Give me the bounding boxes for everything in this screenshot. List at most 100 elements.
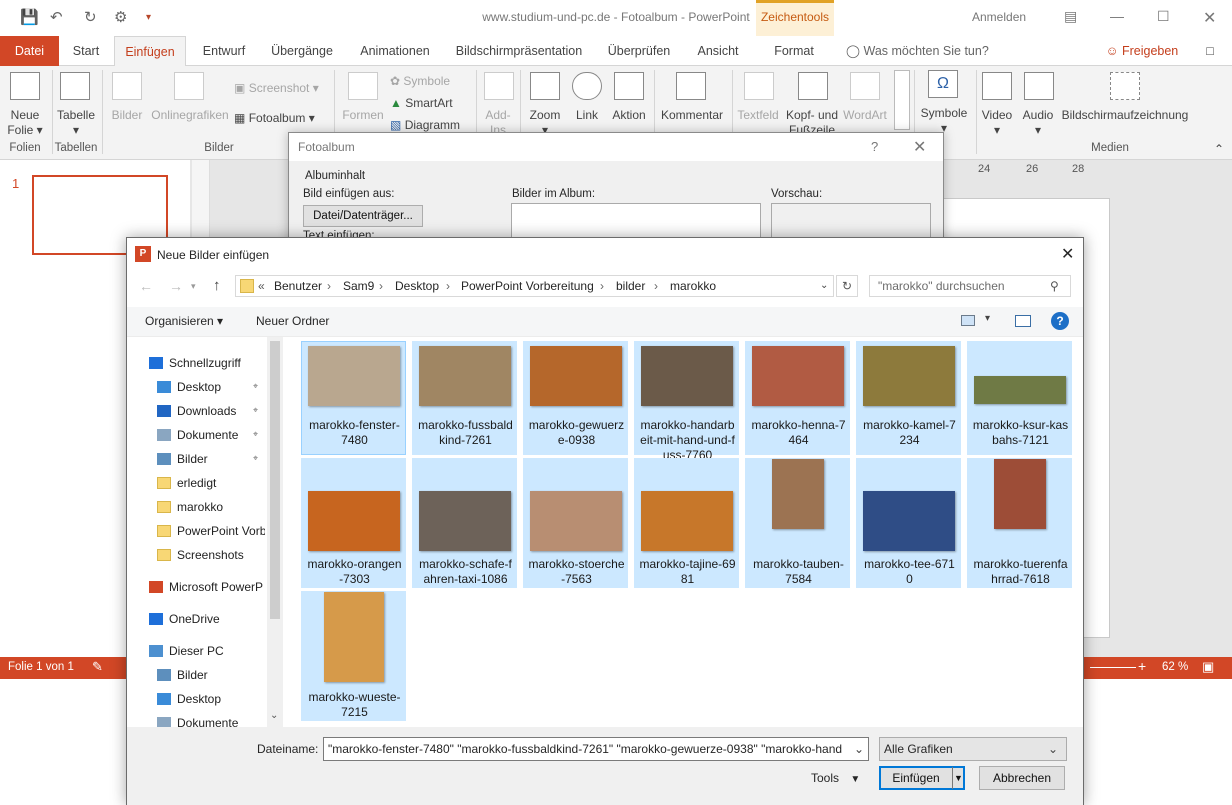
file-item[interactable]: marokko-handarbeit-mit-hand-und-fuss-776… <box>634 341 739 462</box>
breadcrumb-separator-icon[interactable]: › <box>600 279 604 293</box>
pictures-button[interactable]: Bilder <box>104 108 150 123</box>
file-item[interactable]: marokko-tee-6710 <box>856 458 961 588</box>
tab-start[interactable]: Start <box>66 36 106 66</box>
date-slide-number-icon[interactable] <box>894 70 910 130</box>
minimize-icon[interactable]: — <box>1110 8 1124 24</box>
tab-datei[interactable]: Datei <box>0 36 59 66</box>
filetype-select[interactable]: Alle Grafiken ⌄ <box>879 737 1067 761</box>
tab-format[interactable]: Format <box>762 36 826 66</box>
smartart-button[interactable]: ▲ SmartArt <box>390 96 470 111</box>
tab-ansicht[interactable]: Ansicht <box>690 36 746 66</box>
tab-bildschirmpraesentation[interactable]: Bildschirmpräsentation <box>450 36 588 66</box>
shapes-button[interactable]: Formen <box>338 108 388 123</box>
refresh-icon[interactable]: ↻ <box>836 275 858 297</box>
photo-album-button[interactable]: ▦ Fotoalbum ▾ <box>234 111 330 126</box>
file-item[interactable]: marokko-tuerenfahrrad-7618 <box>967 458 1072 588</box>
preview-pane-icon[interactable] <box>1015 315 1031 327</box>
symbols-small-button[interactable]: ✿ Symbole <box>390 74 470 89</box>
pin-icon[interactable]: ⌖ <box>253 381 258 392</box>
organize-menu[interactable]: Organisieren ▾ <box>145 314 223 328</box>
file-item[interactable]: marokko-wueste-7215 <box>301 591 406 721</box>
breadcrumb-sam9[interactable]: Sam9 <box>343 279 374 293</box>
file-item[interactable]: marokko-gewuerze-0938 <box>523 341 628 455</box>
tell-me-search[interactable]: ◯ Was möchten Sie tun? <box>846 36 996 66</box>
file-item[interactable]: marokko-schafe-fahren-taxi-1086 <box>412 458 517 588</box>
tab-ueberpruefen[interactable]: Überprüfen <box>600 36 678 66</box>
wordart-button[interactable]: WordArt <box>840 108 890 123</box>
breadcrumb-marokko[interactable]: marokko <box>670 279 716 293</box>
textbox-button[interactable]: Textfeld <box>734 108 782 123</box>
file-item[interactable]: marokko-kamel-7234 <box>856 341 961 455</box>
chart-button[interactable]: ▧ Diagramm <box>390 118 470 132</box>
maximize-icon[interactable]: ☐ <box>1157 8 1170 25</box>
breadcrumb-separator-icon[interactable]: › <box>654 279 658 293</box>
nav-item[interactable]: Bilder <box>157 665 265 685</box>
scrollbar-thumb[interactable] <box>270 341 280 619</box>
view-options-icon[interactable] <box>961 315 975 326</box>
online-pictures-button[interactable]: Onlinegrafiken <box>148 108 232 123</box>
comment-button[interactable]: Kommentar <box>656 108 728 123</box>
fit-slide-icon[interactable]: ▣ <box>1202 659 1214 675</box>
signin-link[interactable]: Anmelden <box>972 10 1026 24</box>
help-icon[interactable]: ? <box>871 139 878 154</box>
nav-item[interactable]: Downloads <box>157 401 265 421</box>
search-input[interactable]: "marokko" durchsuchen ⚲ <box>869 275 1071 297</box>
nav-item[interactable]: Schnellzugriff <box>149 353 265 373</box>
file-item[interactable]: marokko-tajine-6981 <box>634 458 739 588</box>
file-item[interactable]: marokko-fussbaldkind-7261 <box>412 341 517 455</box>
nav-item[interactable]: Desktop <box>157 689 265 709</box>
notes-icon[interactable]: ✎ <box>92 659 103 675</box>
filename-input[interactable]: "marokko-fenster-7480" "marokko-fussbald… <box>323 737 869 761</box>
breadcrumb-separator-icon[interactable]: › <box>446 279 450 293</box>
view-dropdown-icon[interactable]: ▾ <box>985 313 990 324</box>
audio-button[interactable]: Audio ▾ <box>1018 108 1058 138</box>
tab-entwurf[interactable]: Entwurf <box>196 36 252 66</box>
tab-einfuegen[interactable]: Einfügen <box>114 36 186 67</box>
nav-item[interactable]: Bilder <box>157 449 265 469</box>
share-button[interactable]: ☺ Freigeben <box>1102 36 1182 66</box>
screenshot-button[interactable]: ▣ Screenshot ▾ <box>234 81 326 96</box>
breadcrumb-bilder[interactable]: bilder <box>616 279 645 293</box>
file-item[interactable]: marokko-fenster-7480 <box>301 341 406 455</box>
screen-recording-button[interactable]: Bildschirmaufzeichnung <box>1058 108 1192 123</box>
breadcrumb-overflow[interactable]: « <box>258 279 265 293</box>
zoom-in-icon[interactable]: + <box>1138 658 1146 674</box>
help-icon[interactable]: ? <box>1051 312 1069 330</box>
file-item[interactable]: marokko-henna-7464 <box>745 341 850 455</box>
collapse-ribbon-chevron-icon[interactable]: ⌃ <box>1212 142 1226 157</box>
nav-item[interactable]: erledigt <box>157 473 265 493</box>
breadcrumb-benutzer[interactable]: Benutzer <box>274 279 322 293</box>
breadcrumb-desktop[interactable]: Desktop <box>395 279 439 293</box>
link-button[interactable]: Link <box>566 108 608 123</box>
nav-item[interactable]: marokko <box>157 497 265 517</box>
file-item[interactable]: marokko-ksur-kasbahs-7121 <box>967 341 1072 455</box>
tab-animationen[interactable]: Animationen <box>352 36 438 66</box>
file-item[interactable]: marokko-stoerche-7563 <box>523 458 628 588</box>
up-arrow-icon[interactable]: ↑ <box>213 277 221 294</box>
pin-icon[interactable]: ⌖ <box>253 453 258 464</box>
nav-item[interactable]: Screenshots <box>157 545 265 565</box>
nav-item[interactable]: Dieser PC <box>149 641 265 661</box>
video-button[interactable]: Video ▾ <box>976 108 1018 138</box>
pin-icon[interactable]: ⌖ <box>253 429 258 440</box>
breadcrumb-powerpoint-vorbereitung[interactable]: PowerPoint Vorbereitung <box>461 279 594 293</box>
collapse-ribbon-icon[interactable]: □ <box>1200 36 1220 66</box>
pin-icon[interactable]: ⌖ <box>253 405 258 416</box>
address-dropdown-icon[interactable]: ⌄ <box>820 280 828 291</box>
new-slide-button[interactable]: Neue Folie ▾ <box>2 108 48 138</box>
back-arrow-icon[interactable]: ← <box>139 278 153 294</box>
breadcrumb-separator-icon[interactable]: › <box>327 279 331 293</box>
table-button[interactable]: Tabelle ▾ <box>52 108 100 138</box>
close-icon[interactable]: ✕ <box>1203 8 1216 28</box>
zoom-level[interactable]: 62 % <box>1162 661 1188 673</box>
filename-dropdown-icon[interactable]: ⌄ <box>850 738 868 760</box>
action-button[interactable]: Aktion <box>606 108 652 123</box>
nav-item[interactable]: Dokumente <box>157 425 265 445</box>
forward-arrow-icon[interactable]: → <box>169 278 183 294</box>
tab-uebergaenge[interactable]: Übergänge <box>266 36 338 66</box>
file-item[interactable]: marokko-tauben-7584 <box>745 458 850 588</box>
navigation-scrollbar[interactable]: ⌄ <box>267 337 283 727</box>
file-disk-button[interactable]: Datei/Datenträger... <box>303 205 423 227</box>
nav-item[interactable]: Microsoft PowerP <box>149 577 265 597</box>
address-bar[interactable]: « Benutzer › Sam9 › Desktop › PowerPoint… <box>235 275 834 297</box>
